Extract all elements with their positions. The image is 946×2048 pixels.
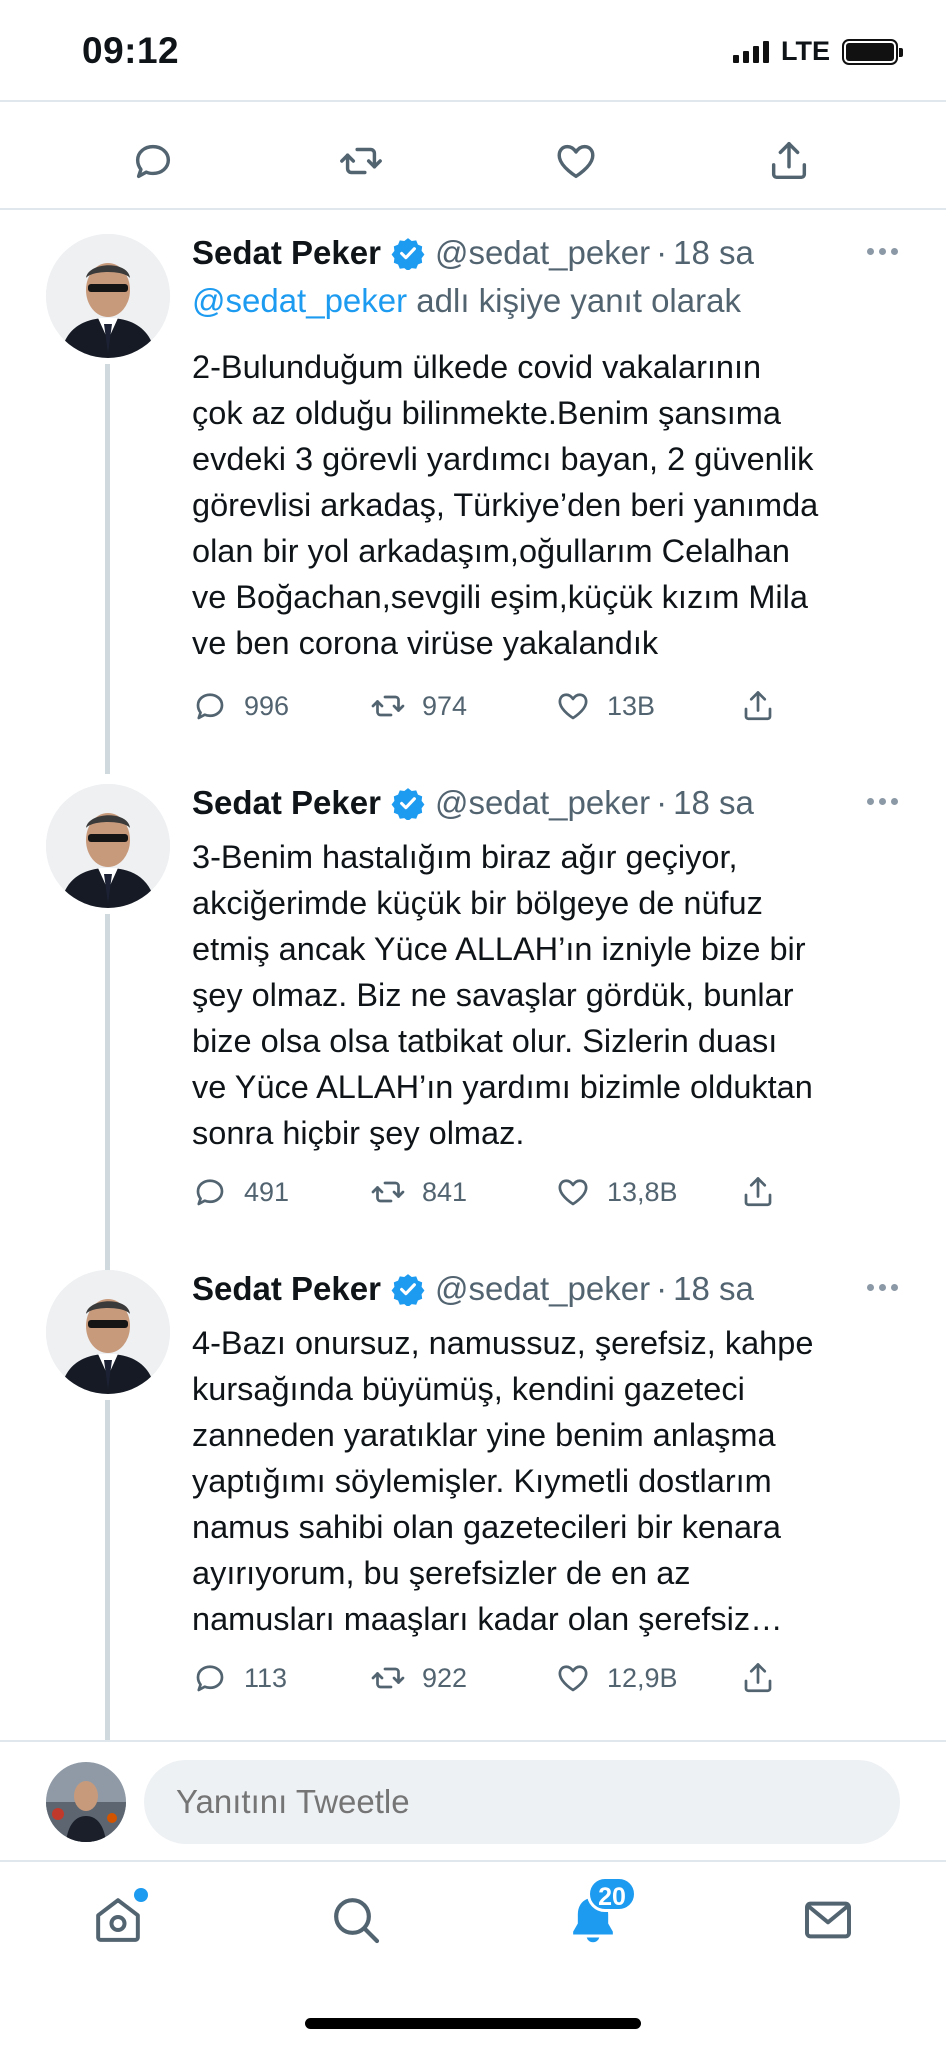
like-icon bbox=[558, 1665, 588, 1692]
like-icon[interactable] bbox=[553, 138, 599, 184]
like-button[interactable]: 12,9B bbox=[555, 1660, 678, 1696]
more-icon[interactable] bbox=[867, 1284, 898, 1291]
reply-context-text: adlı kişiye yanıt olarak bbox=[407, 282, 741, 319]
home-indicator bbox=[305, 2018, 641, 2029]
status-indicators: LTE bbox=[733, 36, 903, 67]
like-button[interactable]: 13B bbox=[555, 688, 655, 724]
share-icon bbox=[744, 691, 772, 721]
retweet-icon[interactable] bbox=[338, 138, 384, 184]
author-handle[interactable]: @sedat_peker bbox=[435, 1270, 650, 1308]
tweet-time: 18 sa bbox=[673, 1270, 754, 1307]
share-icon bbox=[744, 1663, 772, 1693]
avatar bbox=[46, 1762, 126, 1842]
signal-icon bbox=[733, 40, 769, 63]
tab-notifications[interactable]: 20 bbox=[565, 1876, 637, 1952]
author-name[interactable]: Sedat Peker bbox=[192, 784, 381, 822]
tab-search[interactable] bbox=[328, 1892, 388, 1952]
like-count: 13,8B bbox=[607, 1176, 678, 1207]
tab-messages[interactable] bbox=[800, 1892, 860, 1952]
like-icon bbox=[558, 693, 588, 720]
tweet-header: Sedat Peker @sedat_peker · 18 sa bbox=[192, 234, 754, 272]
share-button[interactable] bbox=[740, 1174, 776, 1210]
reply-button[interactable]: 113 bbox=[192, 1660, 287, 1696]
tweet-text: 3-Benim hastalığım biraz ağır geçiyor, a… bbox=[192, 839, 813, 1151]
retweet-count: 974 bbox=[422, 690, 468, 721]
author-name[interactable]: Sedat Peker bbox=[192, 234, 381, 272]
like-button[interactable]: 13,8B bbox=[555, 1174, 678, 1210]
new-content-dot bbox=[134, 1888, 148, 1902]
separator-dot: · bbox=[656, 234, 668, 271]
author-name[interactable]: Sedat Peker bbox=[192, 1270, 381, 1308]
share-icon bbox=[744, 1177, 772, 1207]
like-count: 12,9B bbox=[607, 1662, 678, 1693]
retweet-count: 841 bbox=[422, 1176, 468, 1207]
author-handle[interactable]: @sedat_peker bbox=[435, 784, 650, 822]
author-handle[interactable]: @sedat_peker bbox=[435, 234, 650, 272]
retweet-button[interactable]: 922 bbox=[370, 1660, 467, 1696]
tweet-header: Sedat Peker @sedat_peker · 18 sa bbox=[192, 1270, 754, 1308]
tweet[interactable]: Sedat Peker @sedat_peker · 18 sa 4-Bazı … bbox=[0, 1270, 946, 1710]
search-icon bbox=[334, 1898, 380, 1944]
battery-icon bbox=[842, 38, 903, 65]
tweet[interactable]: Sedat Peker @sedat_peker · 18 sa 3-Benim… bbox=[0, 784, 946, 1224]
reply-context: @sedat_peker adlı kişiye yanıt olarak bbox=[192, 282, 741, 320]
reply-icon bbox=[196, 693, 224, 720]
verified-icon bbox=[391, 1274, 425, 1306]
previous-tweet-actions bbox=[0, 100, 946, 210]
more-icon[interactable] bbox=[867, 798, 898, 805]
reply-composer bbox=[0, 1740, 946, 1860]
status-time: 09:12 bbox=[82, 30, 180, 71]
retweet-icon bbox=[371, 1181, 405, 1203]
notification-badge: 20 bbox=[587, 1876, 637, 1912]
verified-icon bbox=[391, 788, 425, 820]
reply-button[interactable]: 996 bbox=[192, 688, 289, 724]
tweet-time: 18 sa bbox=[673, 234, 754, 271]
retweet-count: 922 bbox=[422, 1662, 468, 1693]
reply-handle-link[interactable]: @sedat_peker bbox=[192, 282, 407, 319]
tweet-text: 2-Bulunduğum ülkede covid vakalarının ço… bbox=[192, 349, 819, 661]
reply-icon[interactable] bbox=[130, 138, 176, 184]
reply-button[interactable]: 491 bbox=[192, 1174, 289, 1210]
like-icon bbox=[558, 1179, 588, 1206]
tweet[interactable]: Sedat Peker @sedat_peker · 18 sa @sedat_… bbox=[0, 234, 946, 744]
avatar[interactable] bbox=[46, 784, 170, 908]
retweet-icon bbox=[371, 695, 405, 717]
like-count: 13B bbox=[607, 690, 656, 721]
reply-input[interactable] bbox=[144, 1760, 900, 1844]
verified-icon bbox=[391, 238, 425, 270]
status-bar: 09:12 LTE bbox=[0, 0, 946, 100]
tweet-text: 4-Bazı onursuz, namussuz, şerefsiz, kahp… bbox=[192, 1325, 814, 1637]
avatar[interactable] bbox=[46, 1270, 170, 1394]
more-icon[interactable] bbox=[867, 248, 898, 255]
retweet-icon bbox=[371, 1667, 405, 1689]
share-icon[interactable] bbox=[766, 138, 812, 184]
reply-icon bbox=[196, 1179, 224, 1206]
retweet-button[interactable]: 974 bbox=[370, 688, 467, 724]
share-button[interactable] bbox=[740, 688, 776, 724]
separator-dot: · bbox=[656, 784, 668, 821]
reply-count: 491 bbox=[244, 1176, 290, 1207]
tab-home[interactable] bbox=[90, 1888, 150, 1952]
retweet-button[interactable]: 841 bbox=[370, 1174, 467, 1210]
tweet-header: Sedat Peker @sedat_peker · 18 sa bbox=[192, 784, 754, 822]
avatar[interactable] bbox=[46, 234, 170, 358]
separator-dot: · bbox=[656, 1270, 668, 1307]
share-button[interactable] bbox=[740, 1660, 776, 1696]
reply-count: 113 bbox=[244, 1662, 288, 1693]
mail-icon bbox=[805, 1901, 851, 1939]
network-type: LTE bbox=[781, 36, 830, 66]
reply-count: 996 bbox=[244, 690, 290, 721]
reply-icon bbox=[196, 1665, 224, 1692]
tweet-time: 18 sa bbox=[673, 784, 754, 821]
